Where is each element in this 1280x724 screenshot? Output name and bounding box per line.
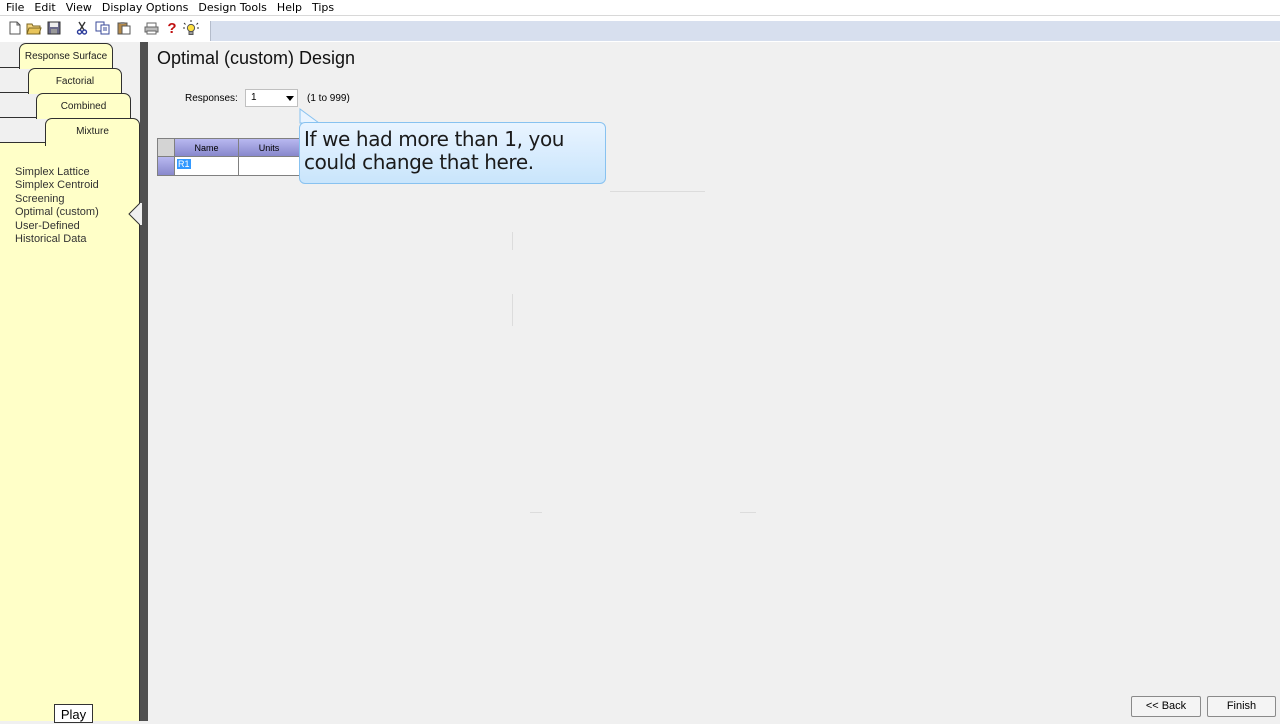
finish-button[interactable]: Finish — [1207, 696, 1276, 717]
cut-icon[interactable] — [74, 20, 90, 36]
tab-factorial[interactable]: Factorial — [28, 68, 122, 94]
grid-row-header[interactable] — [157, 156, 175, 176]
callout-line-1: If we had more than 1, you — [304, 127, 565, 151]
tab-response-surface[interactable]: Response Surface — [19, 43, 113, 69]
menu-help[interactable]: Help — [272, 0, 307, 15]
ghost-artifact — [740, 512, 756, 513]
tab-rule — [0, 142, 46, 143]
ghost-artifact — [512, 232, 513, 250]
help-icon[interactable]: ? — [164, 20, 180, 37]
menu-bar: File Edit View Display Options Design To… — [0, 0, 1280, 15]
play-button[interactable]: Play — [54, 704, 93, 723]
grid-header-units[interactable]: Units — [238, 138, 300, 157]
back-button[interactable]: << Back — [1131, 696, 1201, 717]
callout-line-2: could change that here. — [304, 150, 534, 174]
responses-range-hint: (1 to 999) — [307, 93, 350, 104]
design-user-defined[interactable]: User-Defined — [15, 220, 99, 233]
ghost-artifact — [610, 191, 705, 192]
ghost-artifact — [530, 512, 542, 513]
grid-header-name[interactable]: Name — [174, 138, 239, 157]
design-historical-data[interactable]: Historical Data — [15, 233, 99, 246]
tab-rule — [0, 117, 36, 118]
design-simplex-lattice[interactable]: Simplex Lattice — [15, 166, 99, 179]
menu-view[interactable]: View — [61, 0, 97, 15]
responses-dropdown[interactable]: 1 — [245, 89, 298, 107]
save-icon[interactable] — [46, 20, 62, 36]
design-screening[interactable]: Screening — [15, 193, 99, 206]
copy-icon[interactable] — [94, 20, 110, 36]
page-title: Optimal (custom) Design — [157, 48, 356, 68]
selection-pointer-icon — [128, 203, 142, 225]
open-folder-icon[interactable] — [26, 20, 42, 36]
menu-tips[interactable]: Tips — [307, 0, 339, 15]
menu-display-options[interactable]: Display Options — [97, 0, 194, 15]
tab-combined[interactable]: Combined — [36, 93, 131, 119]
menu-design-tools[interactable]: Design Tools — [193, 0, 272, 15]
paste-icon[interactable] — [116, 20, 132, 36]
menu-file[interactable]: File — [0, 0, 29, 15]
tab-rule — [0, 92, 28, 93]
grid-corner — [157, 138, 175, 157]
design-optimal-custom[interactable]: Optimal (custom) — [15, 206, 99, 219]
tip-callout: If we had more than 1, you could change … — [299, 122, 606, 184]
panel-divider — [140, 42, 148, 721]
menu-edit[interactable]: Edit — [29, 0, 60, 15]
responses-value: 1 — [251, 92, 257, 103]
print-icon[interactable] — [143, 20, 159, 36]
design-list: Simplex Lattice Simplex Centroid Screeni… — [15, 166, 99, 246]
toolbar-strip — [210, 21, 1280, 41]
grid-cell-name-value: R1 — [177, 159, 191, 169]
responses-label: Responses: — [185, 93, 238, 104]
tab-mixture[interactable]: Mixture — [45, 118, 140, 146]
chevron-down-icon — [286, 96, 294, 101]
grid-cell-name[interactable]: R1 — [174, 156, 239, 176]
design-simplex-centroid[interactable]: Simplex Centroid — [15, 179, 99, 192]
tab-rule — [0, 67, 19, 68]
grid-cell-units[interactable] — [238, 156, 300, 176]
ghost-artifact — [512, 294, 513, 326]
tip-lightbulb-icon[interactable] — [183, 20, 199, 36]
toolbar: ? — [0, 15, 1280, 42]
new-file-icon[interactable] — [7, 20, 23, 36]
